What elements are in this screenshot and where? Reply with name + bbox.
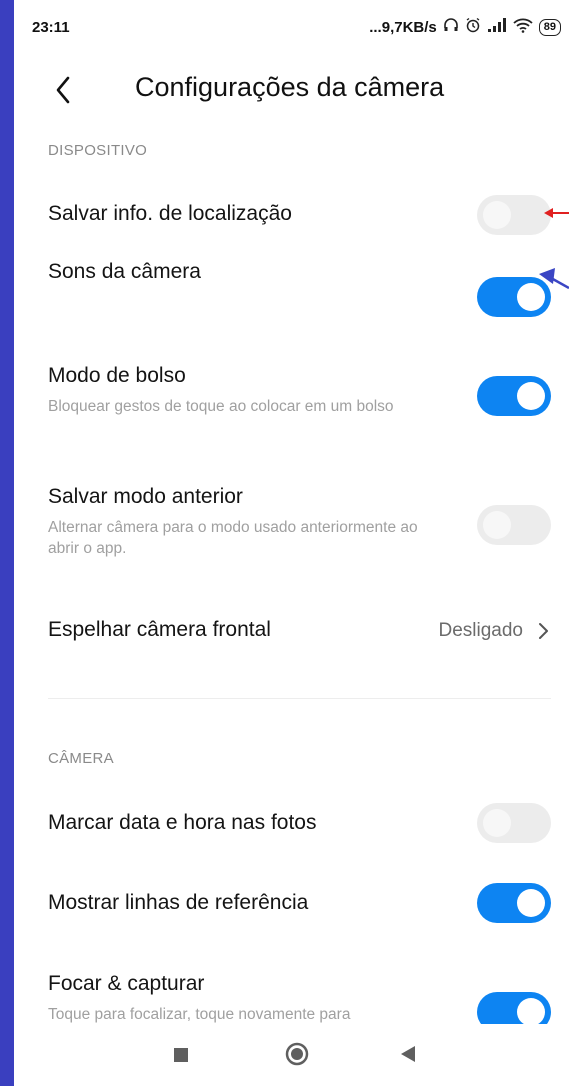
mirror-front-camera-value: Desligado [438, 620, 524, 641]
alarm-icon [465, 17, 481, 37]
home-circle-icon[interactable] [285, 1042, 309, 1071]
network-speed: ...9,7KB/s [369, 18, 437, 36]
status-bar: 23:11 ...9,7KB/s 89 [14, 0, 569, 54]
setting-focus-capture[interactable]: Focar & capturar Toque para focalizar, t… [14, 960, 569, 1032]
setting-save-previous-mode[interactable]: Salvar modo anterior Alternar câmera par… [14, 473, 569, 573]
setting-sublabel: Bloquear gestos de toque ao colocar em u… [48, 398, 394, 415]
section-divider [48, 698, 551, 699]
phone-screen: 23:11 ...9,7KB/s 89 Configurações da câm… [14, 0, 569, 1086]
setting-label: Mostrar linhas de referência [48, 891, 309, 914]
back-triangle-icon[interactable] [401, 1046, 415, 1067]
toggle-knob [483, 511, 511, 539]
toggle-knob [483, 809, 511, 837]
setting-save-location[interactable]: Salvar info. de localização [14, 185, 569, 243]
status-time: 23:11 [32, 19, 70, 36]
setting-sublabel: Toque para focalizar, toque novamente pa… [48, 1006, 351, 1023]
date-stamp-toggle[interactable] [477, 803, 551, 843]
section-label-camera: CÂMERA [48, 750, 114, 767]
toggle-knob [517, 889, 545, 917]
setting-label: Salvar info. de localização [48, 202, 292, 225]
page-title: Configurações da câmera [135, 72, 445, 102]
battery-icon: 89 [538, 18, 561, 36]
headset-icon [443, 17, 459, 37]
chevron-right-icon [535, 620, 551, 642]
recents-square-icon[interactable] [174, 1048, 188, 1067]
wifi-icon [513, 17, 533, 37]
setting-sublabel: Alternar câmera para o modo usado anteri… [48, 519, 418, 557]
signal-icon [487, 17, 507, 37]
setting-camera-sounds[interactable]: Sons da câmera [14, 243, 569, 317]
setting-label: Modo de bolso [48, 364, 186, 387]
toggle-knob [517, 998, 545, 1026]
pocket-mode-toggle[interactable] [477, 376, 551, 416]
save-location-toggle[interactable] [477, 195, 551, 235]
setting-label: Espelhar câmera frontal [48, 618, 271, 641]
status-icons: ...9,7KB/s 89 [369, 17, 561, 37]
header: Configurações da câmera [14, 54, 569, 126]
setting-date-stamp[interactable]: Marcar data e hora nas fotos [14, 795, 569, 853]
blue-arrow-annotation [539, 264, 569, 299]
toggle-knob [517, 382, 545, 410]
red-arrow-annotation [543, 205, 569, 226]
setting-label: Marcar data e hora nas fotos [48, 811, 317, 834]
setting-label: Sons da câmera [48, 260, 201, 283]
setting-label: Focar & capturar [48, 972, 205, 995]
setting-pocket-mode[interactable]: Modo de bolso Bloquear gestos de toque a… [14, 352, 569, 444]
setting-gridlines[interactable]: Mostrar linhas de referência [14, 875, 569, 933]
gridlines-toggle[interactable] [477, 883, 551, 923]
navigation-bar [14, 1024, 569, 1086]
save-previous-mode-toggle[interactable] [477, 505, 551, 545]
section-label-dispositivo: DISPOSITIVO [48, 142, 148, 159]
chevron-left-icon[interactable] [50, 72, 80, 108]
toggle-knob [483, 201, 511, 229]
setting-mirror-front-camera[interactable]: Espelhar câmera frontal Desligado [14, 605, 569, 655]
setting-label: Salvar modo anterior [48, 485, 243, 508]
